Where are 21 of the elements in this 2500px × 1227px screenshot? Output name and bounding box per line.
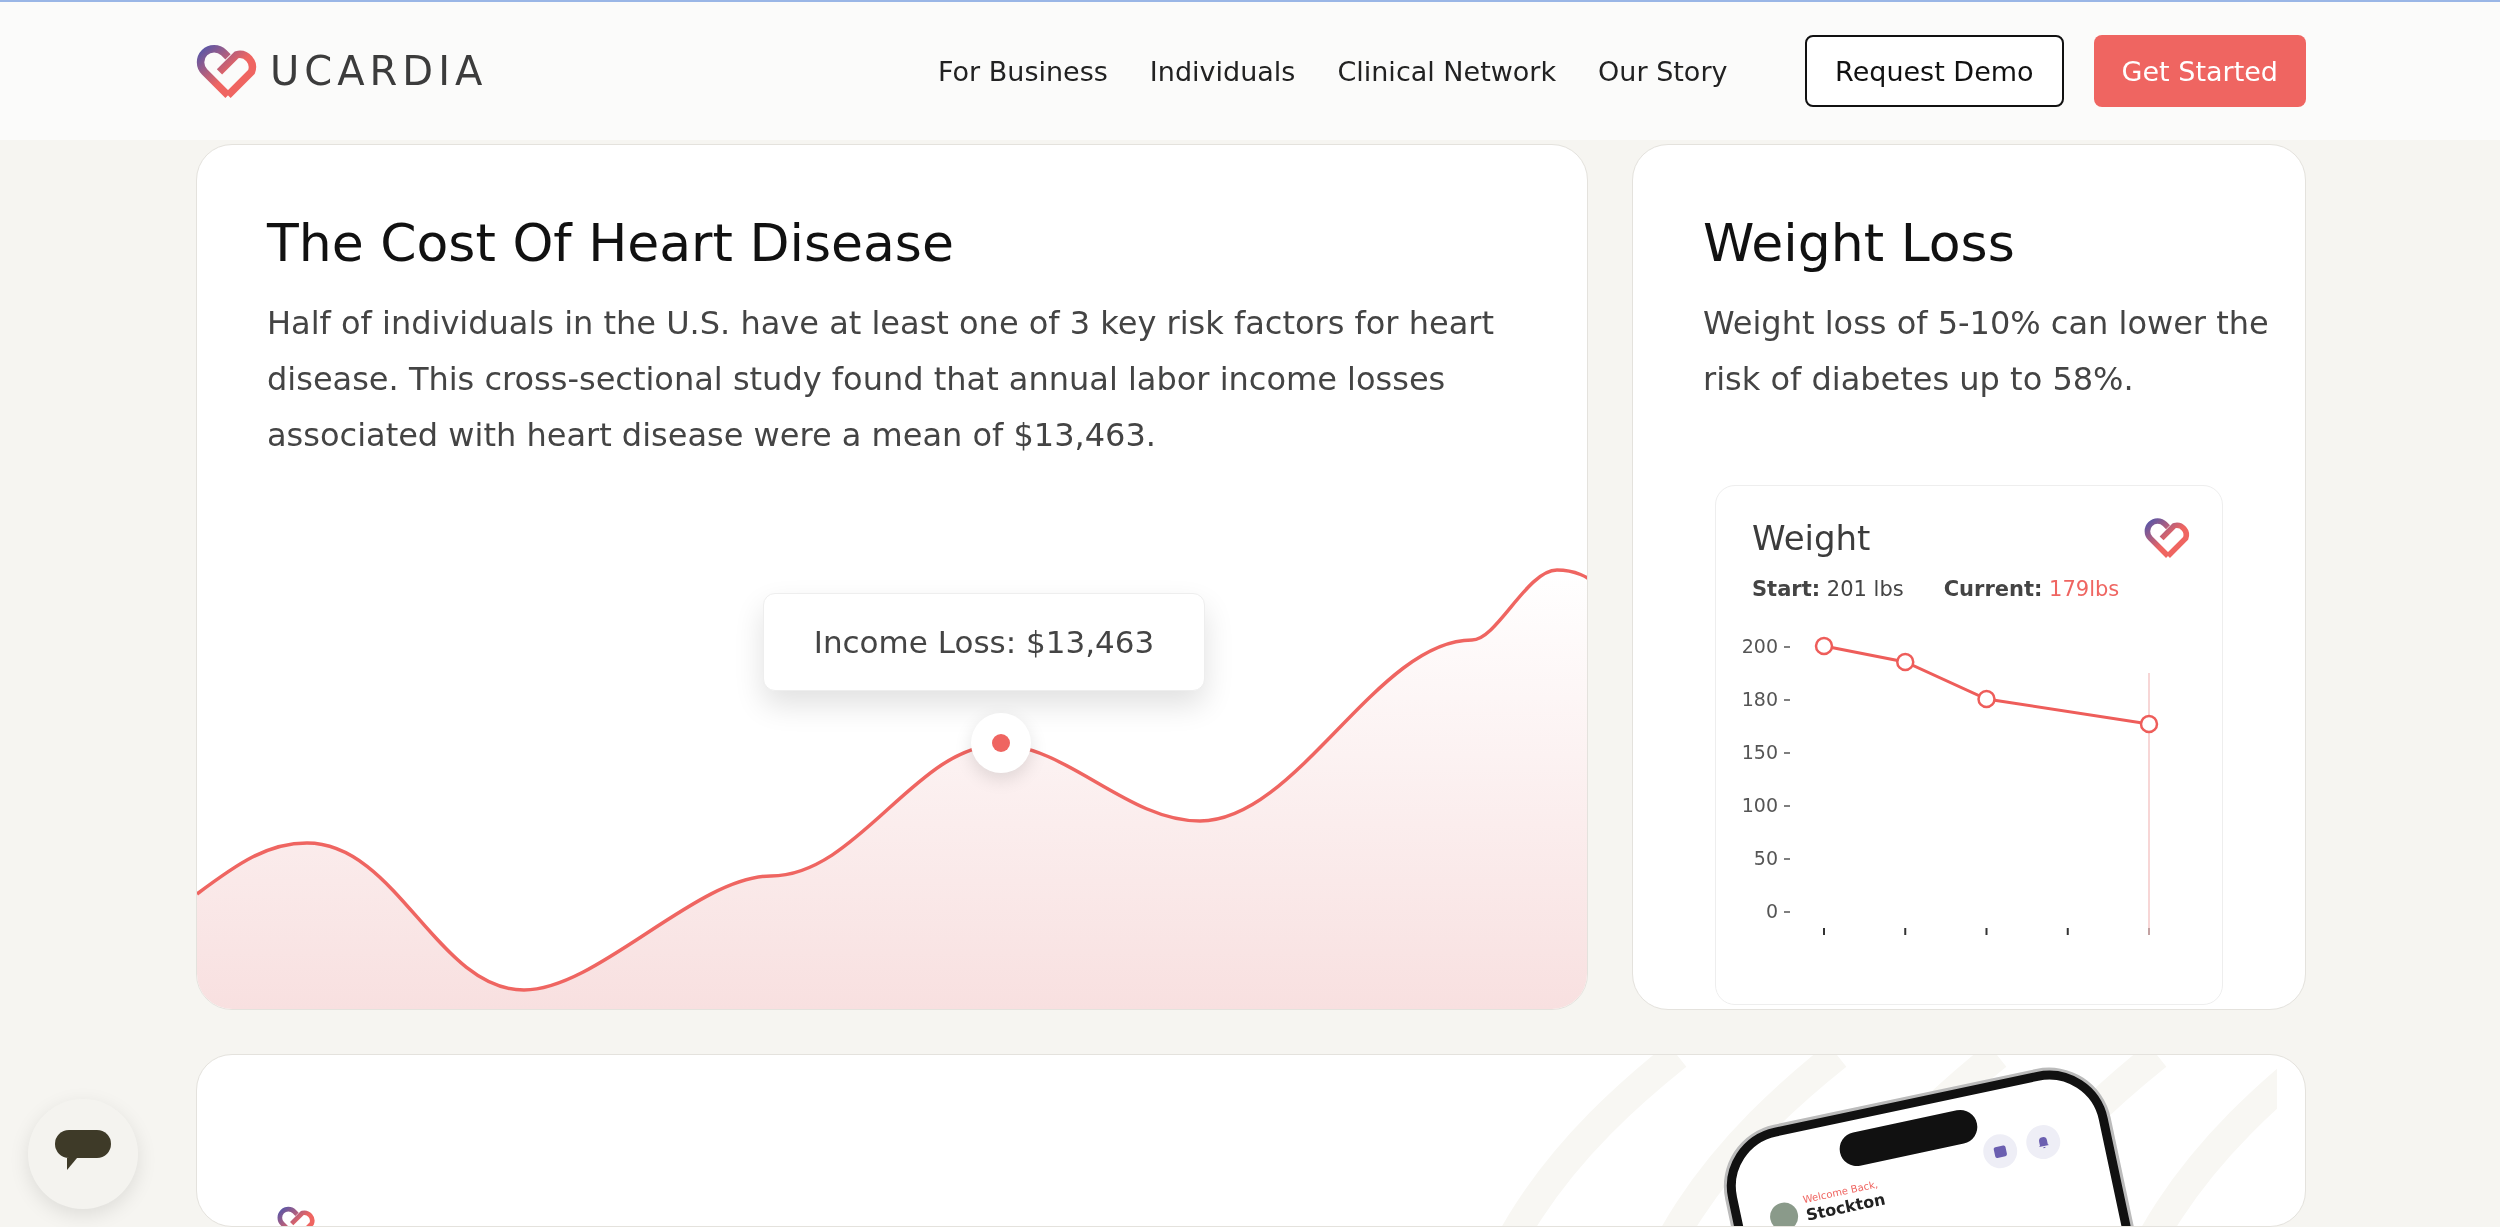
- card-text: Weight loss of 5-10% can lower the risk of diabetes up to 58%.: [1702, 303, 2270, 400]
- income-tooltip: Income Loss: $13,463: [763, 593, 1205, 691]
- card-title: The Cost Of Heart Disease: [265, 212, 955, 273]
- start-weight: Start: 201 lbs: [1752, 577, 1904, 602]
- axis-label: 180: [1741, 688, 1778, 711]
- axis-label: 100: [1741, 794, 1778, 817]
- card-title: Weight Loss: [1702, 212, 2016, 273]
- nav-link[interactable]: For Business: [938, 55, 1108, 87]
- nav-link[interactable]: Clinical Network: [1337, 55, 1557, 87]
- axis-label: 150: [1741, 741, 1778, 764]
- nav-link[interactable]: Individuals: [1149, 55, 1296, 87]
- nav-link[interactable]: Our Story: [1598, 55, 1728, 87]
- axis-label: 50: [1753, 847, 1778, 870]
- axis-label: 0: [1765, 900, 1778, 923]
- axis-label: 200: [1741, 635, 1778, 658]
- widget-title: Weight: [1752, 517, 1871, 558]
- heart-icon: [2144, 516, 2192, 560]
- request-demo-button[interactable]: Request Demo: [1805, 35, 2064, 107]
- logo-text[interactable]: UCARDIA: [270, 48, 488, 94]
- card-text: Half of individuals in the U.S. have at least one of 3 key risk factors for heart disease. This cross-sectional study found that annual labor income losses associated with heart disease were a mean of $13,463.: [266, 303, 1495, 456]
- current-weight: Current: 179lbs: [1943, 577, 2120, 602]
